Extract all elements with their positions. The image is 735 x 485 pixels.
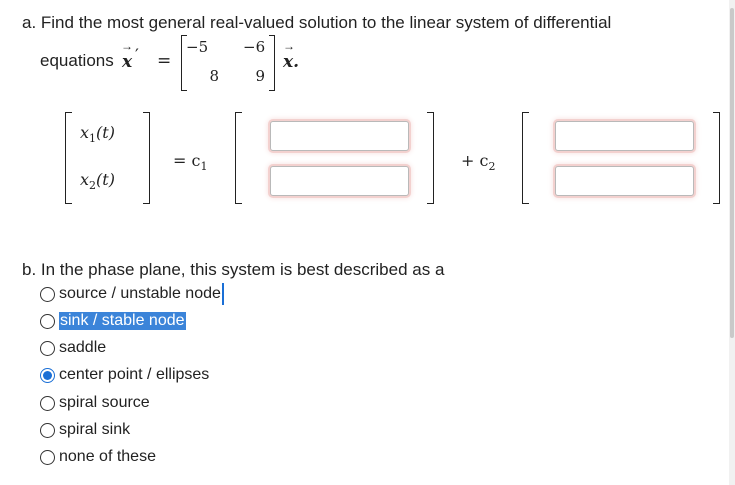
option-sink-stable-node[interactable]: sink / stable node [40,310,186,332]
matrix-cell-11: −5 [186,38,209,56]
equation-line: equations [40,51,114,71]
option-spiral-sink[interactable]: spiral sink [40,419,130,441]
solution-bracket-right [143,112,150,204]
vector1-bracket-left [235,112,242,204]
vector-x-trailing: x. [283,52,300,72]
part-a-question: a. Find the most general real-valued sol… [22,13,612,32]
scrollbar-thumb[interactable] [730,8,734,338]
c2-coefficient: + c2 [461,151,496,174]
vector2-bracket-left [522,112,529,204]
radio-icon[interactable] [40,286,55,302]
vector2-component2-input[interactable] [555,166,694,196]
radio-checked-icon[interactable] [40,367,55,383]
vector2-bracket-right [713,112,720,204]
option-label: sink / stable node [59,312,186,330]
option-label: source / unstable node [59,285,221,302]
option-label: center point / ellipses [59,366,210,383]
radio-icon[interactable] [40,313,55,329]
option-label: none of these [59,448,156,465]
c1-coefficient: = c1 [173,151,208,174]
matrix-cell-21: 8 [209,67,219,85]
radio-icon[interactable] [40,422,55,438]
radio-icon[interactable] [40,340,55,356]
option-label: spiral source [59,394,150,411]
radio-icon[interactable] [40,395,55,411]
vector1-bracket-right [427,112,434,204]
vector1-component1-input[interactable] [270,121,409,151]
vector-x: x [122,52,133,72]
equations-label: equations [40,51,114,70]
vector-arrow-icon: → [121,39,133,53]
part-b-question: b. In the phase plane, this system is be… [22,260,445,279]
matrix-bracket-right [269,35,275,91]
vector-arrow-icon: → [283,39,295,53]
matrix-cell-22: 9 [255,67,265,85]
x2-of-t: x2(t) [80,170,115,193]
text-caret [221,283,224,305]
vector2-component1-input[interactable] [555,121,694,151]
option-label: spiral sink [59,421,131,438]
matrix-cell-12: −6 [243,38,266,56]
option-spiral-source[interactable]: spiral source [40,392,150,414]
x1-of-t: x1(t) [80,123,115,146]
vector1-component2-input[interactable] [270,166,409,196]
option-saddle[interactable]: saddle [40,337,106,359]
equals-sign: = [157,51,172,71]
option-source-unstable-node[interactable]: source / unstable node [40,283,224,305]
prime-mark: ′ [135,46,139,66]
option-none-of-these[interactable]: none of these [40,446,156,468]
radio-icon[interactable] [40,449,55,465]
option-center-point-ellipses[interactable]: center point / ellipses [40,364,209,386]
solution-bracket-left [65,112,72,204]
option-label: saddle [59,339,107,356]
scrollbar[interactable] [729,0,735,485]
